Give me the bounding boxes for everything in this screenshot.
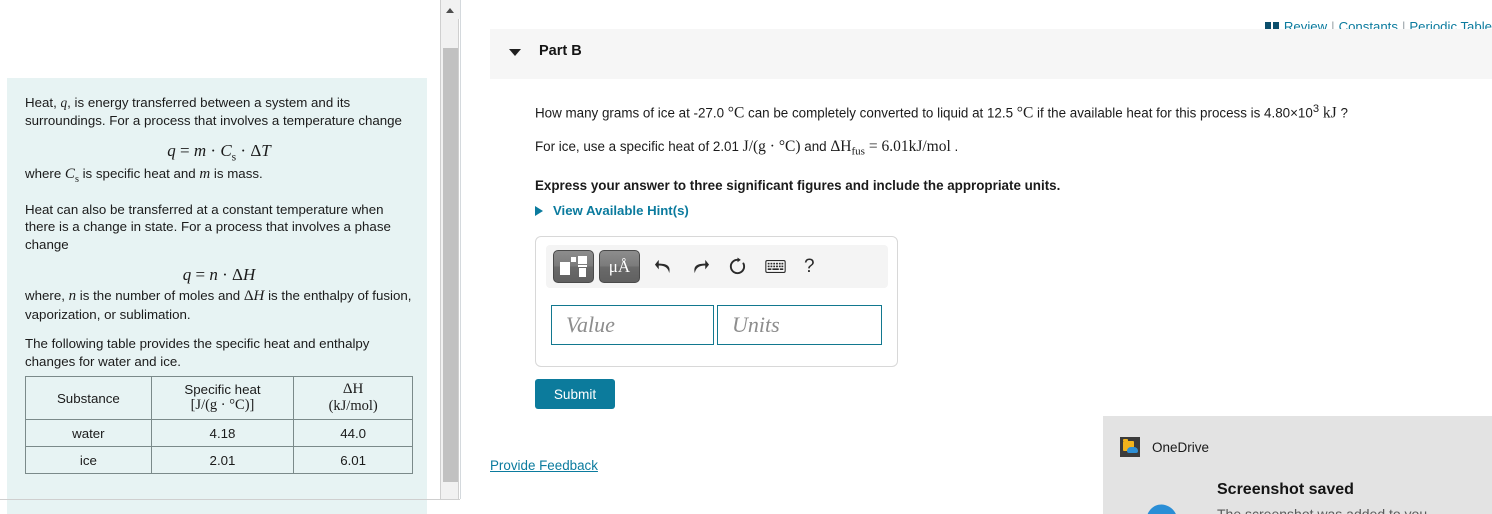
- table-header-delta-h: ΔH (kJ/mol): [293, 376, 413, 421]
- th-specheat-units: [J/(g · °C)]: [190, 397, 255, 414]
- reference-info-panel: Heat, q, is energy transferred between a…: [0, 0, 427, 514]
- keyboard-icon[interactable]: [765, 260, 786, 273]
- q2-equation: = 6.01kJ/mol: [864, 138, 951, 156]
- q2-dh-subscript: fus: [851, 146, 865, 159]
- units-symbol-button[interactable]: μÅ: [599, 250, 640, 283]
- table-body: water 4.18 44.0 ice 2.01 6.01: [25, 419, 413, 475]
- formula-1-definition: where Cs is specific heat and m is mass.: [25, 166, 263, 186]
- cell-substance: water: [25, 419, 152, 448]
- question-line-2: For ice, use a specific heat of 2.01 J/(…: [535, 138, 1492, 161]
- q2-units: J/(g · °C): [742, 138, 801, 156]
- q1-degc-2: °C: [1016, 104, 1034, 122]
- toast-title: Screenshot saved: [1217, 481, 1354, 498]
- table-row: water 4.18 44.0: [25, 419, 413, 448]
- intro-p1-post: , is energy transferred between a system…: [25, 95, 402, 128]
- th-substance-label: Substance: [56, 390, 120, 406]
- table-header: Substance Specific heat [J/(g · °C)] ΔH …: [25, 376, 413, 421]
- cell-substance: ice: [25, 446, 152, 475]
- units-symbol-label: μÅ: [608, 257, 631, 276]
- page-title: Part B: [539, 43, 582, 59]
- undo-arrow-icon[interactable]: [654, 257, 673, 276]
- q2-period: .: [950, 139, 959, 155]
- reference-info-content: Heat, q, is energy transferred between a…: [7, 78, 427, 514]
- onedrive-cloud-graphic: [1132, 502, 1202, 514]
- intro-paragraph-2: Heat can also be transferred at a consta…: [25, 201, 391, 252]
- part-header-band: Part B: [490, 29, 1492, 79]
- q2-delta-h: ΔH: [830, 138, 852, 156]
- cell-specific-heat: 4.18: [150, 419, 295, 448]
- value-input[interactable]: Value: [551, 305, 714, 345]
- math-template-button[interactable]: [553, 250, 594, 283]
- answer-toolbar: μÅ ?: [546, 245, 888, 288]
- part-header-row[interactable]: Part B: [490, 29, 582, 79]
- app-root: Heat, q, is energy transferred between a…: [0, 0, 1492, 514]
- chevron-right-icon[interactable]: [535, 205, 543, 216]
- vertical-scrollbar[interactable]: [440, 0, 460, 499]
- th-specheat-label: Specific heat: [184, 382, 261, 398]
- table-intro-paragraph: The following table provides the specifi…: [25, 336, 370, 369]
- toast-header: OneDrive: [1120, 437, 1209, 457]
- q2-a: For ice, use a specific heat of 2.01: [535, 139, 743, 155]
- value-placeholder: Value: [566, 312, 615, 337]
- help-button[interactable]: ?: [804, 256, 815, 278]
- table-header-specific-heat: Specific heat [J/(g · °C)]: [150, 376, 295, 421]
- toast-body: Screenshot saved The screenshot was adde…: [1217, 481, 1492, 514]
- chevron-down-icon[interactable]: [509, 49, 521, 56]
- q1-unit: kJ: [1319, 104, 1337, 122]
- where1-post: is mass.: [210, 166, 263, 182]
- q1-c: if the available heat for this process i…: [1033, 105, 1313, 121]
- q1-question-mark: ?: [1336, 105, 1348, 121]
- formula-q-n-dh: q = n · ΔH: [182, 265, 256, 285]
- where2-mid: is the number of moles and: [76, 288, 244, 304]
- q1-a: How many grams of ice at -27.0: [535, 105, 728, 121]
- onedrive-notification-toast[interactable]: OneDrive Screenshot saved The screenshot…: [1103, 416, 1492, 514]
- provide-feedback-link[interactable]: Provide Feedback: [490, 458, 598, 473]
- question-line-1: How many grams of ice at -27.0 °C can be…: [535, 100, 1492, 122]
- formula-2-definition: where, n is the number of moles and ΔH i…: [25, 288, 412, 322]
- redo-arrow-icon[interactable]: [691, 257, 710, 276]
- view-hints-link[interactable]: View Available Hint(s): [535, 203, 689, 218]
- cell-specific-heat: 2.01: [150, 446, 295, 475]
- toast-subtitle: The screenshot was added to you: [1217, 506, 1428, 514]
- units-placeholder: Units: [732, 312, 780, 337]
- question-instruction: Express your answer to three significant…: [535, 178, 1061, 194]
- toast-app-name: OneDrive: [1152, 439, 1210, 455]
- scroll-up-arrow-icon[interactable]: [441, 0, 460, 19]
- math-template-icon: [560, 256, 587, 277]
- where1-pre: where: [25, 166, 65, 182]
- specific-heat-table: Substance Specific heat [J/(g · °C)] ΔH …: [25, 376, 413, 475]
- cell-delta-h: 6.01: [293, 446, 413, 475]
- table-header-substance: Substance: [25, 376, 152, 421]
- question-text-block: How many grams of ice at -27.0 °C can be…: [535, 100, 1492, 195]
- th-dh-units: (kJ/mol): [328, 398, 378, 415]
- scroll-thumb[interactable]: [443, 48, 458, 482]
- formula-q-m-cs-dt: q = m · Cs · ΔT: [167, 141, 271, 164]
- q2-b: and: [800, 139, 831, 155]
- answer-input-panel: μÅ ? Value Units: [535, 236, 898, 367]
- submit-button[interactable]: Submit: [535, 379, 615, 409]
- units-input[interactable]: Units: [717, 305, 882, 345]
- panel-bottom-edge: [0, 499, 460, 500]
- q1-degc-1: °C: [727, 104, 745, 122]
- q1-b: can be completely converted to liquid at…: [744, 105, 1017, 121]
- intro-p1-pre: Heat,: [25, 95, 61, 110]
- intro-paragraph-1: Heat, q, is energy transferred between a…: [25, 94, 413, 129]
- cell-delta-h: 44.0: [293, 419, 413, 448]
- where2-pre: where,: [25, 288, 69, 304]
- reset-circular-arrow-icon[interactable]: [728, 257, 747, 276]
- table-row: ice 2.01 6.01: [25, 446, 413, 475]
- where1-mid: is specific heat and: [78, 166, 200, 182]
- th-dh-label: ΔH: [342, 381, 364, 398]
- table-header-row: Substance Specific heat [J/(g · °C)] ΔH …: [25, 376, 413, 421]
- onedrive-icon: [1120, 437, 1140, 457]
- view-hints-label: View Available Hint(s): [553, 203, 689, 218]
